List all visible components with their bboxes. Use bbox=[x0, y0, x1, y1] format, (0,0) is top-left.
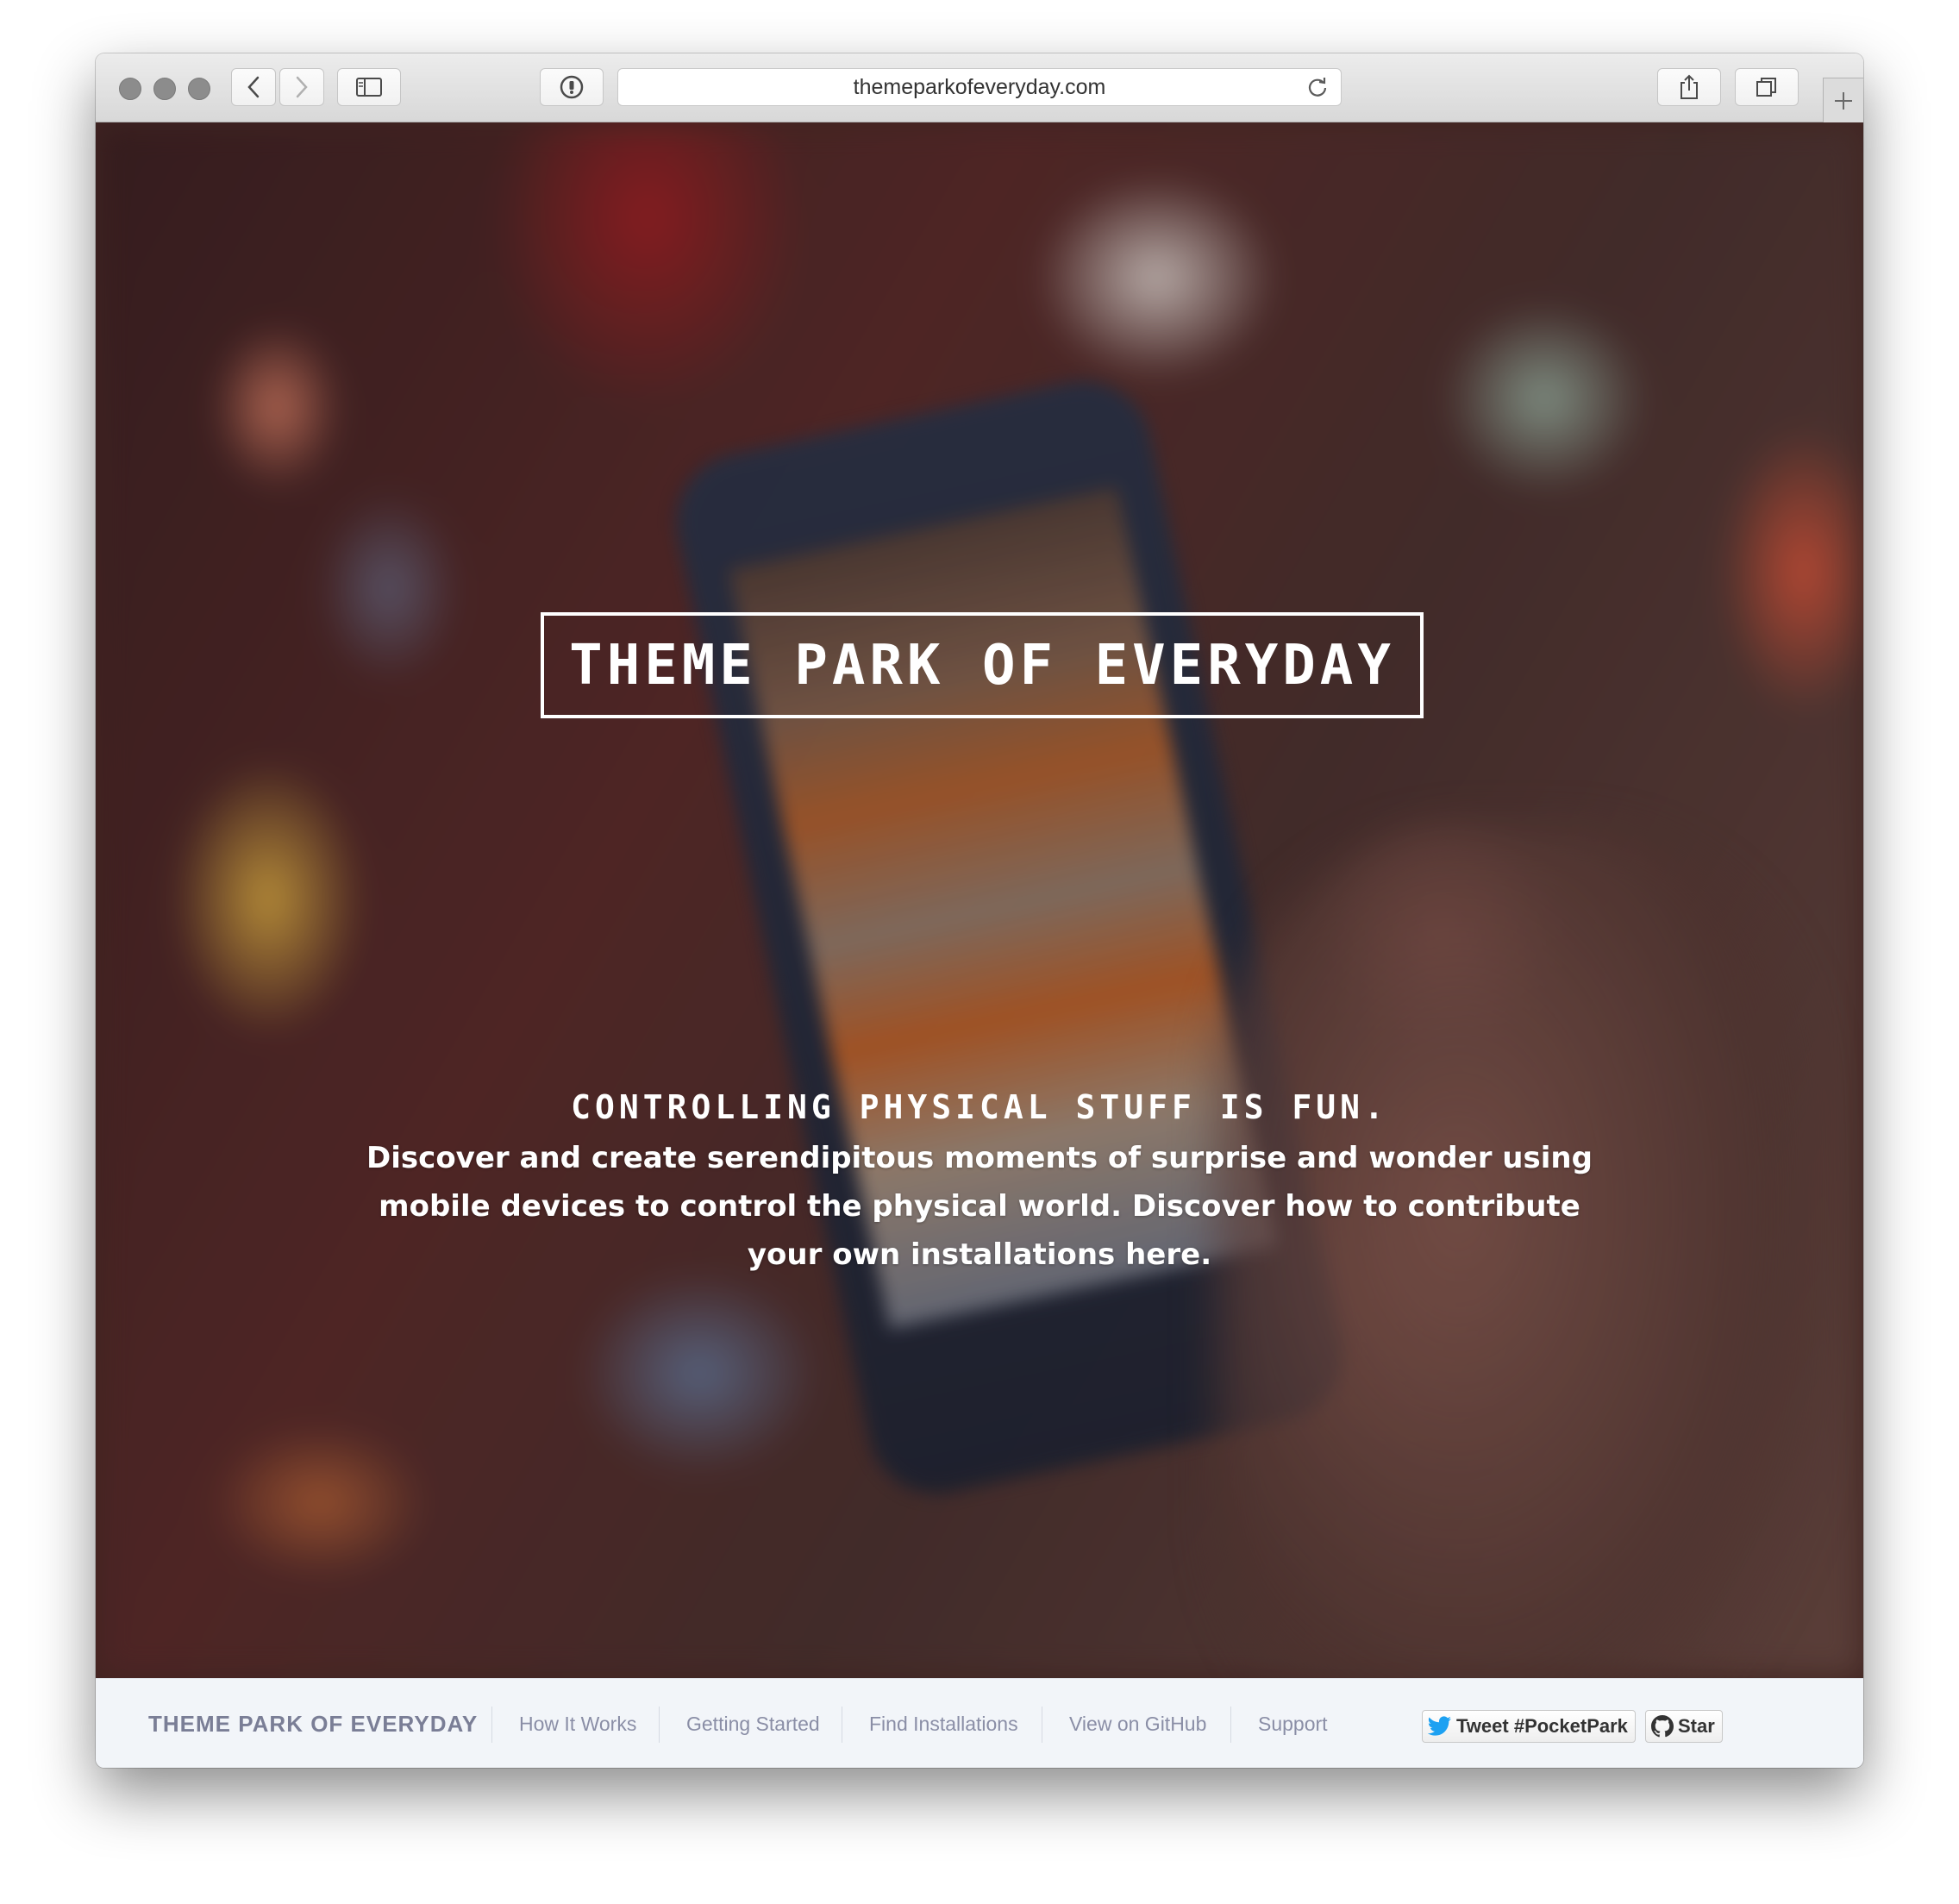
nav-link-view-on-github[interactable]: View on GitHub bbox=[1069, 1679, 1206, 1768]
new-tab-icon bbox=[1835, 91, 1852, 110]
github-star-button[interactable]: Star bbox=[1645, 1710, 1723, 1743]
back-icon bbox=[247, 76, 260, 98]
nav-link-how-it-works[interactable]: How It Works bbox=[519, 1679, 636, 1768]
star-button-label: Star bbox=[1678, 1715, 1715, 1737]
bottom-navbar: THEME PARK OF EVERYDAY How It Works Gett… bbox=[96, 1678, 1863, 1768]
hero-description: Discover and create serendipitous moment… bbox=[366, 1141, 1593, 1272]
nav-divider bbox=[491, 1707, 492, 1743]
password-icon bbox=[560, 75, 584, 99]
tabs-overview-button[interactable] bbox=[1735, 68, 1799, 106]
nav-link-find-installations[interactable]: Find Installations bbox=[869, 1679, 1018, 1768]
nav-link-support[interactable]: Support bbox=[1258, 1679, 1328, 1768]
hero-tagline: Controlling physical stuff is fun. bbox=[571, 1088, 1388, 1126]
forward-button[interactable] bbox=[279, 68, 324, 106]
tabs-icon bbox=[1756, 78, 1776, 97]
url-text: themeparkofeveryday.com bbox=[853, 75, 1106, 99]
reload-button[interactable] bbox=[1306, 76, 1329, 103]
reload-icon bbox=[1308, 78, 1327, 97]
zoom-window-button[interactable] bbox=[188, 78, 210, 100]
address-bar[interactable]: themeparkofeveryday.com bbox=[617, 68, 1342, 106]
close-window-button[interactable] bbox=[119, 78, 141, 100]
password-manager-button[interactable] bbox=[540, 68, 604, 106]
forward-icon bbox=[296, 76, 308, 98]
hero-title: Theme Park of Everyday bbox=[569, 633, 1395, 698]
minimize-window-button[interactable] bbox=[153, 78, 176, 100]
browser-window: themeparkofeveryday.com Theme Park of Ev… bbox=[96, 53, 1863, 1768]
hero-title-box: Theme Park of Everyday bbox=[541, 612, 1424, 718]
browser-toolbar: themeparkofeveryday.com bbox=[96, 53, 1863, 122]
share-icon bbox=[1680, 74, 1698, 99]
twitter-icon bbox=[1428, 1716, 1452, 1737]
tweet-button[interactable]: Tweet #PocketPark bbox=[1422, 1710, 1636, 1743]
sidebar-button[interactable] bbox=[337, 68, 401, 106]
new-tab-button[interactable] bbox=[1823, 78, 1863, 122]
nav-brand[interactable]: THEME PARK OF EVERYDAY bbox=[148, 1679, 478, 1768]
hero-section: Theme Park of Everyday Controlling physi… bbox=[96, 122, 1863, 1678]
nav-divider bbox=[659, 1707, 660, 1743]
share-button[interactable] bbox=[1657, 68, 1721, 106]
sidebar-icon bbox=[356, 78, 382, 97]
back-button[interactable] bbox=[231, 68, 276, 106]
nav-divider bbox=[1230, 1707, 1231, 1743]
github-icon bbox=[1651, 1715, 1674, 1738]
tweet-button-label: Tweet #PocketPark bbox=[1456, 1715, 1628, 1737]
nav-link-getting-started[interactable]: Getting Started bbox=[686, 1679, 820, 1768]
